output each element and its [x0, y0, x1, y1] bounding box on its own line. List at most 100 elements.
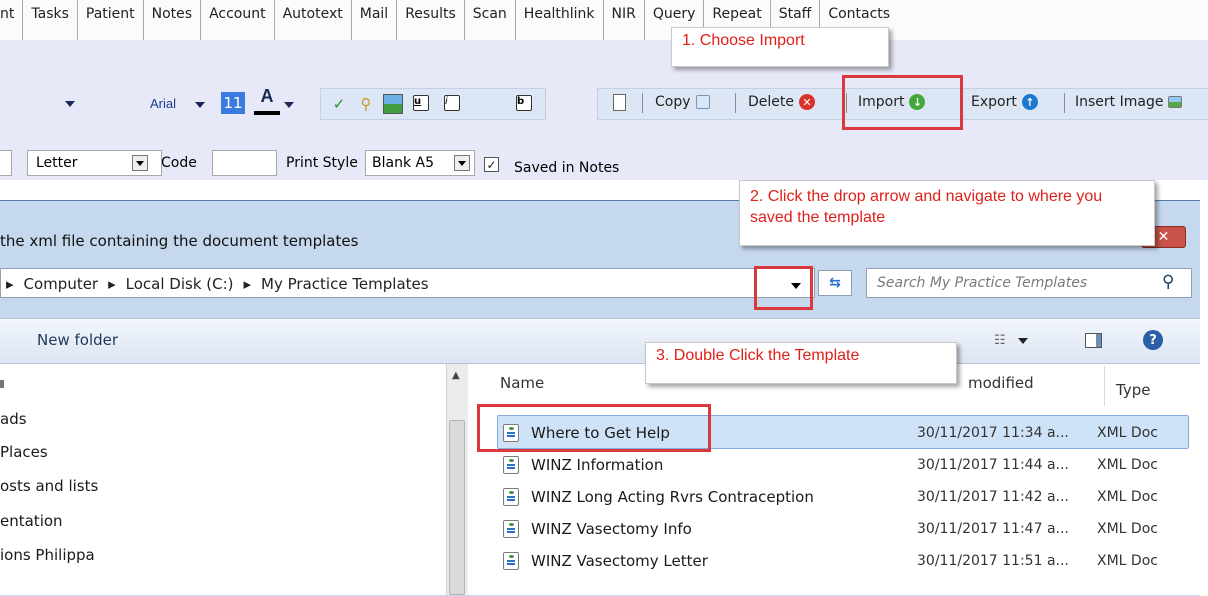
preview-pane-button[interactable]: [1085, 333, 1102, 348]
nav-item-presentation[interactable]: entation: [0, 512, 63, 530]
menu-item-patient[interactable]: Patient: [78, 0, 144, 40]
italic-button[interactable]: i: [444, 95, 460, 111]
help-button[interactable]: ?: [1143, 330, 1163, 350]
refresh-button[interactable]: ⇆: [818, 270, 852, 296]
column-header-modified[interactable]: modified: [968, 374, 1034, 392]
callout-step-2: 2. Click the drop arrow and navigate to …: [739, 180, 1155, 246]
insert-image-label: Insert Image: [1075, 94, 1164, 110]
letter-type-dropdown[interactable]: [132, 155, 148, 171]
font-name-dropdown[interactable]: [189, 94, 211, 116]
search-placeholder: Search My Practice Templates: [877, 275, 1088, 291]
chevron-down-icon: [284, 102, 294, 108]
export-label: Export: [971, 94, 1017, 110]
menu-item-scan[interactable]: Scan: [465, 0, 516, 40]
image-icon: [1168, 96, 1183, 108]
saved-in-notes-label: Saved in Notes: [514, 160, 620, 176]
file-name: WINZ Information: [531, 456, 664, 474]
copy-icon: [695, 95, 710, 109]
breadcrumb-current-folder[interactable]: My Practice Templates: [261, 275, 429, 293]
toolbar-separator: [735, 93, 736, 113]
code-label: Code: [161, 155, 197, 171]
new-folder-button[interactable]: New folder: [37, 331, 118, 349]
font-name-label: Arial: [150, 96, 177, 111]
file-name: WINZ Vasectomy Letter: [531, 552, 708, 570]
file-type: XML Doc: [1097, 553, 1158, 569]
preview-pane-icon: [1096, 334, 1101, 347]
code-field[interactable]: [212, 150, 277, 176]
file-row[interactable]: WINZ Information 30/11/2017 11:44 a... X…: [503, 449, 1203, 481]
copy-label: Copy: [655, 94, 691, 110]
menu-item-document[interactable]: nt: [0, 0, 24, 40]
find-button[interactable]: ⚲: [357, 95, 375, 113]
file-row[interactable]: WINZ Vasectomy Info 30/11/2017 11:47 a..…: [503, 513, 1203, 545]
print-style-combo[interactable]: Blank A5: [365, 150, 475, 176]
picture-button[interactable]: [383, 94, 403, 114]
file-date: 30/11/2017 11:44 a...: [917, 457, 1069, 473]
letter-type-combo[interactable]: Letter: [27, 150, 162, 176]
menu-item-tasks[interactable]: Tasks: [23, 0, 78, 40]
nav-item-downloads[interactable]: ads: [0, 410, 27, 428]
underline-button[interactable]: u: [413, 95, 429, 111]
file-type: XML Doc: [1097, 489, 1158, 505]
column-divider: [1104, 366, 1105, 406]
column-header-type[interactable]: Type: [1116, 381, 1150, 399]
highlight-import: [842, 75, 963, 130]
export-button[interactable]: Export ↑: [971, 94, 1038, 110]
file-name: WINZ Vasectomy Info: [531, 520, 692, 538]
print-style-dropdown[interactable]: [454, 155, 470, 171]
nav-item-philippa[interactable]: ions Philippa: [0, 546, 95, 564]
magnifier-icon: ⚲: [360, 95, 372, 113]
chevron-down-icon: [65, 101, 75, 107]
spellcheck-button[interactable]: ✓: [330, 95, 348, 113]
menu-item-nir[interactable]: NIR: [604, 0, 645, 40]
chevron-down-icon: [458, 160, 466, 166]
view-list-icon: ☷: [994, 333, 1006, 348]
menu-item-healthlink[interactable]: Healthlink: [516, 0, 604, 40]
callout-step-1: 1. Choose Import: [671, 27, 889, 67]
menu-item-autotext[interactable]: Autotext: [275, 0, 352, 40]
file-row[interactable]: WINZ Long Acting Rvrs Contraception 30/1…: [503, 481, 1203, 513]
saved-in-notes-checkbox[interactable]: ✓: [484, 157, 499, 172]
toolbar-separator: [642, 93, 643, 113]
xml-file-icon: [503, 456, 519, 474]
style-dropdown[interactable]: [58, 90, 82, 118]
file-type: XML Doc: [1097, 521, 1158, 537]
export-arrow-up-icon: ↑: [1021, 94, 1038, 110]
delete-x-icon: ✕: [799, 94, 815, 110]
menu-item-mail[interactable]: Mail: [352, 0, 398, 40]
file-row[interactable]: WINZ Vasectomy Letter 30/11/2017 11:51 a…: [503, 545, 1203, 577]
nav-item-posts-and-lists[interactable]: osts and lists: [0, 477, 98, 495]
check-icon: ✓: [332, 95, 346, 113]
bold-button[interactable]: b: [516, 95, 532, 111]
highlight-address-dropdown: [754, 266, 813, 310]
refresh-icon: ⇆: [829, 275, 841, 291]
view-options-button[interactable]: ☷: [994, 333, 1028, 348]
scroll-up-icon[interactable]: ▲: [452, 370, 460, 381]
nav-item-recent-places[interactable]: Places: [0, 443, 48, 461]
font-color-button[interactable]: A: [254, 86, 280, 112]
breadcrumb-computer[interactable]: Computer: [24, 275, 99, 293]
callout-step-3: 3. Double Click the Template: [645, 342, 957, 384]
font-size-field[interactable]: 11: [221, 92, 245, 114]
checkmark-icon: ✓: [486, 157, 497, 172]
file-type: XML Doc: [1097, 457, 1158, 473]
file-date: 30/11/2017 11:34 a...: [917, 425, 1069, 441]
nav-scrollbar-thumb[interactable]: [449, 420, 465, 595]
new-document-icon[interactable]: [613, 94, 626, 111]
breadcrumb-arrow-icon: ▸: [108, 275, 116, 293]
menu-item-account[interactable]: Account: [201, 0, 275, 40]
file-date: 30/11/2017 11:47 a...: [917, 521, 1069, 537]
font-color-dropdown[interactable]: [282, 94, 296, 116]
menu-item-notes[interactable]: Notes: [144, 0, 202, 40]
dialog-title: the xml file containing the document tem…: [0, 232, 359, 250]
copy-button[interactable]: Copy: [655, 94, 710, 110]
search-icon[interactable]: ⚲: [1162, 272, 1174, 292]
menu-item-results[interactable]: Results: [397, 0, 465, 40]
breadcrumb-local-disk[interactable]: Local Disk (C:): [126, 275, 234, 293]
insert-image-button[interactable]: Insert Image: [1075, 94, 1183, 110]
delete-button[interactable]: Delete ✕: [748, 94, 815, 110]
breadcrumb-arrow-icon: ▸: [243, 275, 252, 293]
column-header-name[interactable]: Name: [500, 374, 544, 392]
print-style-value: Blank A5: [372, 155, 434, 171]
previous-field-edge[interactable]: [0, 150, 12, 176]
